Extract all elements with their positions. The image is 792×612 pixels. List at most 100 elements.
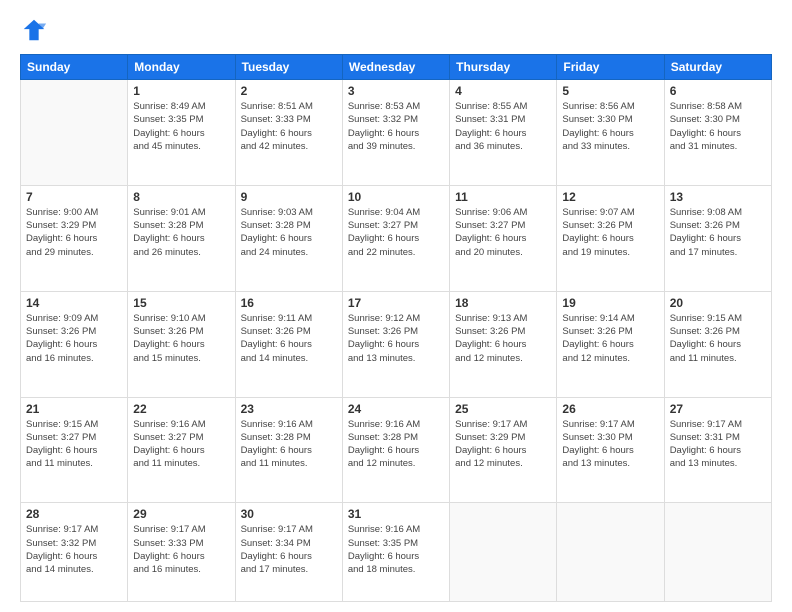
calendar-cell [450, 503, 557, 602]
day-number: 31 [348, 507, 444, 521]
calendar-cell: 10Sunrise: 9:04 AM Sunset: 3:27 PM Dayli… [342, 185, 449, 291]
day-number: 29 [133, 507, 229, 521]
day-info: Sunrise: 9:16 AM Sunset: 3:28 PM Dayligh… [241, 418, 337, 471]
calendar-cell: 23 Sunrise: 9:16 AM Sunset: 3:28 PM Dayli… [235, 397, 342, 503]
day-number: 14 [26, 296, 122, 310]
day-number: 13 [670, 190, 766, 204]
calendar-week-row: 28 Sunrise: 9:17 AM Sunset: 3:32 PM Dayli… [21, 503, 772, 602]
day-number: 16 [241, 296, 337, 310]
page: SundayMondayTuesdayWednesdayThursdayFrid… [0, 0, 792, 612]
day-number: 22 [133, 402, 229, 416]
header [20, 16, 772, 44]
logo-icon [20, 16, 48, 44]
day-info: Sunrise: 9:07 AM Sunset: 3:26 PM Dayligh… [562, 206, 658, 259]
calendar-cell: 24 Sunrise: 9:16 AM Sunset: 3:28 PM Dayli… [342, 397, 449, 503]
calendar-week-row: 1 Sunrise: 8:49 AM Sunset: 3:35 PM Daylig… [21, 80, 772, 186]
calendar-cell: 3Sunrise: 8:53 AM Sunset: 3:32 PM Daylig… [342, 80, 449, 186]
calendar-cell: 31 Sunrise: 9:16 AM Sunset: 3:35 PM Dayli… [342, 503, 449, 602]
calendar-cell: 27 Sunrise: 9:17 AM Sunset: 3:31 PM Dayli… [664, 397, 771, 503]
calendar-cell: 13 Sunrise: 9:08 AM Sunset: 3:26 PM Dayli… [664, 185, 771, 291]
calendar-cell: 17 Sunrise: 9:12 AM Sunset: 3:26 PM Dayli… [342, 291, 449, 397]
day-number: 28 [26, 507, 122, 521]
day-info: Sunrise: 8:53 AM Sunset: 3:32 PM Dayligh… [348, 100, 444, 153]
weekday-header: Saturday [664, 55, 771, 80]
day-number: 23 [241, 402, 337, 416]
day-number: 2 [241, 84, 337, 98]
day-info: Sunrise: 9:16 AM Sunset: 3:35 PM Dayligh… [348, 523, 444, 576]
day-number: 27 [670, 402, 766, 416]
calendar-cell: 4 Sunrise: 8:55 AM Sunset: 3:31 PM Daylig… [450, 80, 557, 186]
calendar-cell: 2 Sunrise: 8:51 AM Sunset: 3:33 PM Daylig… [235, 80, 342, 186]
day-number: 20 [670, 296, 766, 310]
calendar-cell: 19 Sunrise: 9:14 AM Sunset: 3:26 PM Dayli… [557, 291, 664, 397]
calendar-week-row: 21 Sunrise: 9:15 AM Sunset: 3:27 PM Dayli… [21, 397, 772, 503]
day-number: 15 [133, 296, 229, 310]
day-info: Sunrise: 9:16 AM Sunset: 3:27 PM Dayligh… [133, 418, 229, 471]
day-info: Sunrise: 9:17 AM Sunset: 3:31 PM Dayligh… [670, 418, 766, 471]
calendar-cell: 15 Sunrise: 9:10 AM Sunset: 3:26 PM Dayli… [128, 291, 235, 397]
weekday-header: Monday [128, 55, 235, 80]
calendar-cell [664, 503, 771, 602]
day-info: Sunrise: 9:11 AM Sunset: 3:26 PM Dayligh… [241, 312, 337, 365]
day-number: 10 [348, 190, 444, 204]
day-number: 9 [241, 190, 337, 204]
calendar-cell: 9 Sunrise: 9:03 AM Sunset: 3:28 PM Daylig… [235, 185, 342, 291]
calendar-cell: 1 Sunrise: 8:49 AM Sunset: 3:35 PM Daylig… [128, 80, 235, 186]
day-info: Sunrise: 8:58 AM Sunset: 3:30 PM Dayligh… [670, 100, 766, 153]
calendar-cell: 20 Sunrise: 9:15 AM Sunset: 3:26 PM Dayli… [664, 291, 771, 397]
day-number: 4 [455, 84, 551, 98]
day-info: Sunrise: 9:10 AM Sunset: 3:26 PM Dayligh… [133, 312, 229, 365]
day-info: Sunrise: 9:17 AM Sunset: 3:29 PM Dayligh… [455, 418, 551, 471]
day-number: 6 [670, 84, 766, 98]
calendar-cell: 5 Sunrise: 8:56 AM Sunset: 3:30 PM Daylig… [557, 80, 664, 186]
day-number: 18 [455, 296, 551, 310]
day-info: Sunrise: 9:14 AM Sunset: 3:26 PM Dayligh… [562, 312, 658, 365]
day-number: 21 [26, 402, 122, 416]
day-info: Sunrise: 8:55 AM Sunset: 3:31 PM Dayligh… [455, 100, 551, 153]
calendar-cell: 8 Sunrise: 9:01 AM Sunset: 3:28 PM Daylig… [128, 185, 235, 291]
day-number: 17 [348, 296, 444, 310]
day-info: Sunrise: 9:15 AM Sunset: 3:27 PM Dayligh… [26, 418, 122, 471]
calendar-table: SundayMondayTuesdayWednesdayThursdayFrid… [20, 54, 772, 602]
day-number: 8 [133, 190, 229, 204]
day-number: 25 [455, 402, 551, 416]
day-number: 24 [348, 402, 444, 416]
day-number: 11 [455, 190, 551, 204]
day-info: Sunrise: 9:01 AM Sunset: 3:28 PM Dayligh… [133, 206, 229, 259]
calendar-cell: 16 Sunrise: 9:11 AM Sunset: 3:26 PM Dayli… [235, 291, 342, 397]
day-info: Sunrise: 9:13 AM Sunset: 3:26 PM Dayligh… [455, 312, 551, 365]
day-info: Sunrise: 9:08 AM Sunset: 3:26 PM Dayligh… [670, 206, 766, 259]
day-info: Sunrise: 9:16 AM Sunset: 3:28 PM Dayligh… [348, 418, 444, 471]
day-number: 5 [562, 84, 658, 98]
weekday-header: Tuesday [235, 55, 342, 80]
day-info: Sunrise: 9:06 AM Sunset: 3:27 PM Dayligh… [455, 206, 551, 259]
calendar-cell: 29Sunrise: 9:17 AM Sunset: 3:33 PM Dayli… [128, 503, 235, 602]
calendar-cell: 6 Sunrise: 8:58 AM Sunset: 3:30 PM Daylig… [664, 80, 771, 186]
day-info: Sunrise: 8:51 AM Sunset: 3:33 PM Dayligh… [241, 100, 337, 153]
day-info: Sunrise: 9:12 AM Sunset: 3:26 PM Dayligh… [348, 312, 444, 365]
weekday-header: Wednesday [342, 55, 449, 80]
day-info: Sunrise: 9:17 AM Sunset: 3:30 PM Dayligh… [562, 418, 658, 471]
weekday-header: Friday [557, 55, 664, 80]
calendar-cell: 26 Sunrise: 9:17 AM Sunset: 3:30 PM Dayli… [557, 397, 664, 503]
calendar-cell: 28 Sunrise: 9:17 AM Sunset: 3:32 PM Dayli… [21, 503, 128, 602]
day-info: Sunrise: 9:03 AM Sunset: 3:28 PM Dayligh… [241, 206, 337, 259]
day-info: Sunrise: 8:56 AM Sunset: 3:30 PM Dayligh… [562, 100, 658, 153]
weekday-header: Sunday [21, 55, 128, 80]
calendar-cell: 11 Sunrise: 9:06 AM Sunset: 3:27 PM Dayli… [450, 185, 557, 291]
day-number: 1 [133, 84, 229, 98]
day-number: 26 [562, 402, 658, 416]
day-info: Sunrise: 9:15 AM Sunset: 3:26 PM Dayligh… [670, 312, 766, 365]
weekday-header-row: SundayMondayTuesdayWednesdayThursdayFrid… [21, 55, 772, 80]
calendar-cell: 7 Sunrise: 9:00 AM Sunset: 3:29 PM Daylig… [21, 185, 128, 291]
day-number: 12 [562, 190, 658, 204]
calendar-cell: 25 Sunrise: 9:17 AM Sunset: 3:29 PM Dayli… [450, 397, 557, 503]
calendar-cell: 14Sunrise: 9:09 AM Sunset: 3:26 PM Dayli… [21, 291, 128, 397]
day-number: 19 [562, 296, 658, 310]
day-info: Sunrise: 9:00 AM Sunset: 3:29 PM Dayligh… [26, 206, 122, 259]
day-info: Sunrise: 8:49 AM Sunset: 3:35 PM Dayligh… [133, 100, 229, 153]
calendar-cell: 22 Sunrise: 9:16 AM Sunset: 3:27 PM Dayli… [128, 397, 235, 503]
day-number: 7 [26, 190, 122, 204]
day-info: Sunrise: 9:17 AM Sunset: 3:32 PM Dayligh… [26, 523, 122, 576]
calendar-cell [21, 80, 128, 186]
